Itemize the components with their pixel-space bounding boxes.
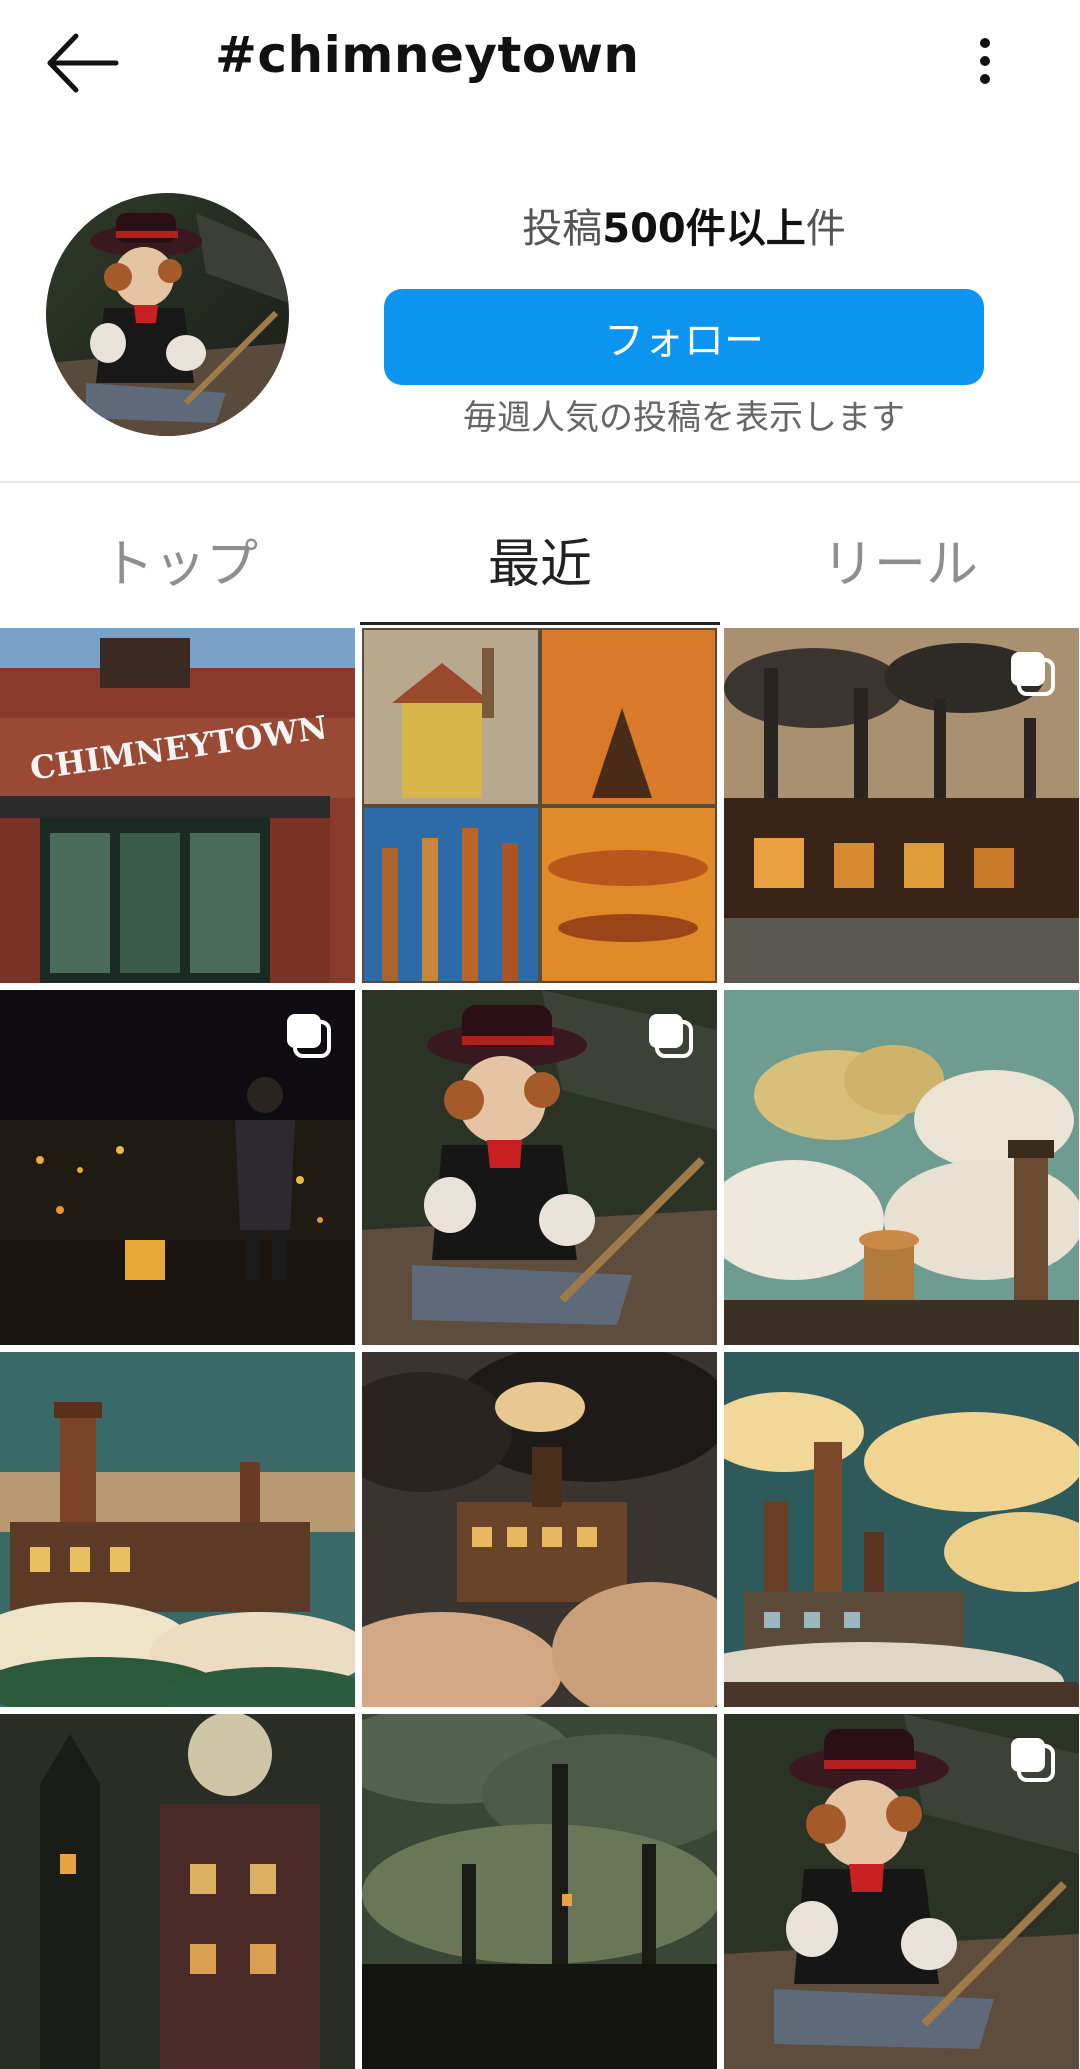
multiple-posts-icon [1009, 650, 1057, 698]
multiple-posts-icon [647, 1012, 695, 1060]
weekly-popular-note: 毎週人気の投稿を表示します [463, 398, 905, 438]
back-arrow-icon[interactable] [44, 28, 124, 98]
grid-item-storefront-photo[interactable]: CHIMNEYTOWN [0, 628, 355, 983]
follow-button[interactable]: フォロー [384, 289, 984, 385]
post-count-suffix: 件 [805, 206, 846, 252]
grid-item-boy-portrait-photo[interactable] [362, 990, 717, 1345]
tab-recent[interactable]: 最近 [360, 522, 720, 597]
grid-item-night-city-boy-photo[interactable] [0, 990, 355, 1345]
grid-item-boy-portrait-photo-2[interactable] [724, 1714, 1079, 2069]
page-title: #chimneytown [215, 26, 640, 84]
multiple-posts-icon [285, 1012, 333, 1060]
grid-item-sky-town-photo[interactable] [0, 1352, 355, 1707]
grid-item-industrial-street-photo[interactable] [724, 628, 1079, 983]
grid-item-chimney-factory-photo[interactable] [724, 1352, 1079, 1707]
divider [0, 481, 1080, 483]
post-count: 投稿500件以上件 [384, 196, 984, 254]
post-count-prefix: 投稿 [522, 206, 603, 252]
multiple-posts-icon [1009, 1736, 1057, 1784]
active-tab-indicator [360, 622, 720, 625]
hashtag-avatar [46, 193, 289, 436]
grid-item-dark-factory-photo[interactable] [362, 1714, 717, 2069]
tab-top[interactable]: トップ [0, 522, 360, 597]
post-count-value: 500件以上 [602, 206, 806, 252]
tab-reels[interactable]: リール [720, 522, 1080, 597]
grid-item-flying-house-photo[interactable] [362, 1352, 717, 1707]
top-bar: #chimneytown [0, 0, 1080, 130]
grid-item-smoke-towers-photo[interactable] [724, 990, 1079, 1345]
grid-item-collage-photo[interactable] [362, 628, 717, 983]
feed-tabs: トップ 最近 リール [0, 500, 1080, 625]
grid-item-moon-castle-photo[interactable] [0, 1714, 355, 2069]
more-vertical-icon[interactable] [960, 30, 1010, 100]
